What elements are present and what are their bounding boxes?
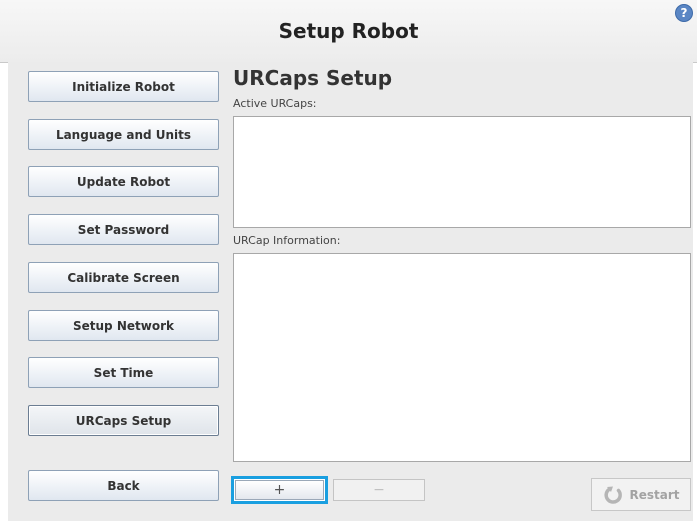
plus-icon: + <box>235 480 324 500</box>
page-title: Setup Robot <box>278 19 419 43</box>
calibrate-screen-button[interactable]: Calibrate Screen <box>28 262 219 293</box>
set-time-button[interactable]: Set Time <box>28 357 219 388</box>
set-password-button[interactable]: Set Password <box>28 214 219 245</box>
remove-urcap-button[interactable]: − <box>333 479 425 501</box>
urcap-information-panel <box>233 253 691 462</box>
language-and-units-button[interactable]: Language and Units <box>28 119 219 150</box>
back-button[interactable]: Back <box>28 470 219 501</box>
help-icon[interactable]: ? <box>675 4 693 22</box>
setup-network-button[interactable]: Setup Network <box>28 310 219 341</box>
active-urcaps-label: Active URCaps: <box>233 97 317 110</box>
active-urcaps-list[interactable] <box>233 116 691 228</box>
initialize-robot-button[interactable]: Initialize Robot <box>28 71 219 102</box>
update-robot-button[interactable]: Update Robot <box>28 166 219 197</box>
title-bar: Setup Robot ? <box>0 0 697 63</box>
urcap-information-label: URCap Information: <box>233 234 341 247</box>
restart-label: Restart <box>629 487 680 502</box>
restart-button[interactable]: Restart <box>591 478 691 511</box>
urcaps-setup-button[interactable]: URCaps Setup <box>28 405 219 436</box>
minus-icon: − <box>373 482 385 498</box>
add-urcap-button[interactable]: + <box>231 476 328 504</box>
restart-icon <box>604 486 623 504</box>
section-title: URCaps Setup <box>233 66 393 90</box>
